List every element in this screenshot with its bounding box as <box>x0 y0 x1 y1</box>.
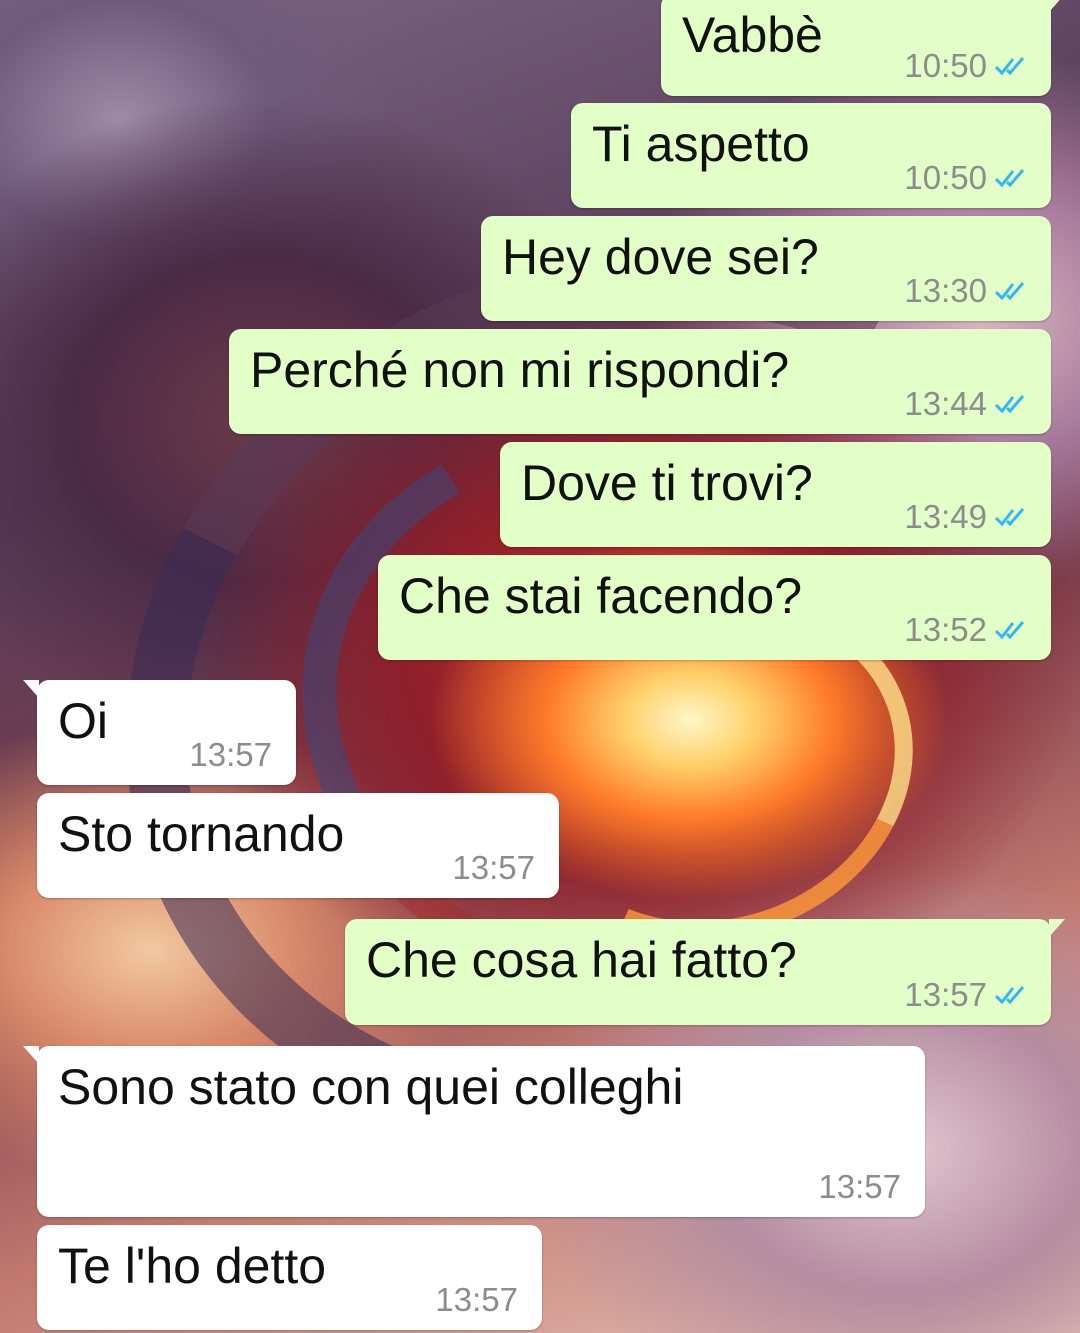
double-check-read-icon <box>994 282 1025 301</box>
message-time: 13:57 <box>435 1281 518 1318</box>
message-time: 13:30 <box>904 272 987 309</box>
message-time: 10:50 <box>904 47 987 84</box>
message-text: Che cosa hai fatto? <box>366 932 797 988</box>
message-text: Oi <box>58 693 108 749</box>
message-text: Te l'ho detto <box>58 1238 327 1294</box>
outgoing-message-bubble[interactable]: Dove ti trovi? 13:49 <box>500 442 1051 547</box>
outgoing-message-bubble[interactable]: Che cosa hai fatto? 13:57 <box>345 919 1065 1025</box>
message-text: Che stai facendo? <box>399 568 803 624</box>
message-time: 13:44 <box>904 385 987 422</box>
message-text: Dove ti trovi? <box>521 455 813 511</box>
message-time: 13:57 <box>189 736 272 773</box>
outgoing-message-bubble[interactable]: Vabbè 10:50 <box>661 0 1065 96</box>
message-time: 13:57 <box>818 1168 901 1205</box>
message-text: Sto tornando <box>58 806 345 862</box>
double-check-read-icon <box>994 395 1025 414</box>
incoming-message-bubble[interactable]: Sono stato con quei colleghi 13:57 <box>23 1046 925 1217</box>
message-text: Perché non mi rispondi? <box>250 342 790 398</box>
message-text: Ti aspetto <box>592 116 810 172</box>
message-time: 10:50 <box>904 159 987 196</box>
outgoing-message-bubble[interactable]: Perché non mi rispondi? 13:44 <box>229 329 1051 434</box>
incoming-message-bubble[interactable]: Te l'ho detto 13:57 <box>37 1225 542 1330</box>
message-list[interactable]: Vabbè 10:50 Ti aspetto 10:50 Hey dove se… <box>0 0 1080 1333</box>
outgoing-message-bubble[interactable]: Hey dove sei? 13:30 <box>481 216 1051 321</box>
message-time: 13:52 <box>904 611 987 648</box>
message-time: 13:57 <box>452 849 535 886</box>
outgoing-message-bubble[interactable]: Che stai facendo? 13:52 <box>378 555 1051 660</box>
message-text: Vabbè <box>682 7 823 63</box>
incoming-message-bubble[interactable]: Sto tornando 13:57 <box>37 793 559 898</box>
double-check-read-icon <box>994 57 1025 76</box>
double-check-read-icon <box>994 621 1025 640</box>
double-check-read-icon <box>994 508 1025 527</box>
message-time: 13:49 <box>904 498 987 535</box>
message-text: Sono stato con quei colleghi <box>58 1059 684 1115</box>
double-check-read-icon <box>994 986 1025 1005</box>
message-text: Hey dove sei? <box>502 229 819 285</box>
incoming-message-bubble[interactable]: Oi 13:57 <box>23 680 296 785</box>
message-time: 13:57 <box>904 976 987 1013</box>
double-check-read-icon <box>994 169 1025 188</box>
outgoing-message-bubble[interactable]: Ti aspetto 10:50 <box>571 103 1051 208</box>
